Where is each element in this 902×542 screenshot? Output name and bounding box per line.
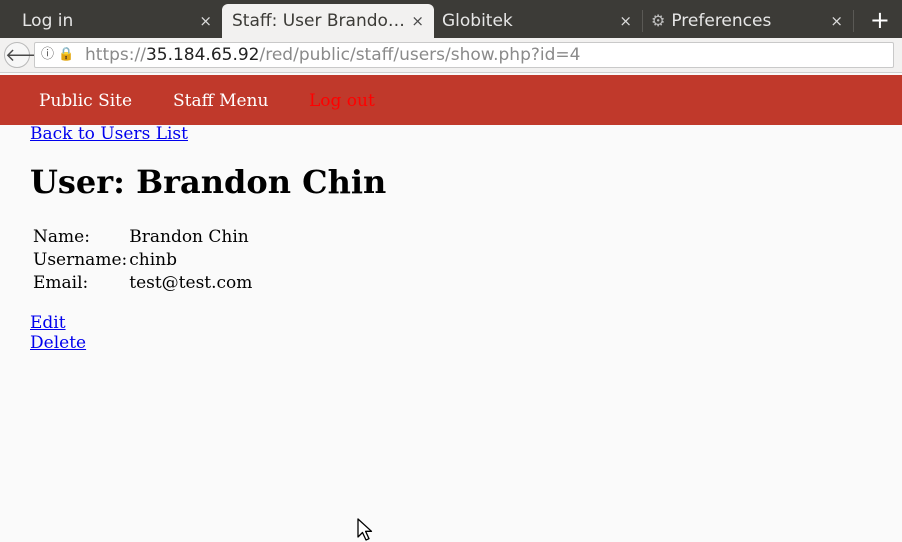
lock-warning-icon: 🔒 (58, 47, 75, 62)
tab-preferences[interactable]: ⚙ Preferences × (643, 4, 853, 38)
tab-log-in[interactable]: Log in × (0, 4, 222, 38)
tab-title: Log in (22, 11, 74, 31)
gear-icon: ⚙ (651, 11, 666, 30)
tab-title: Staff: User Brando… (232, 11, 405, 31)
table-row: Name: Brandon Chin (33, 226, 252, 249)
field-value: Brandon Chin (129, 227, 249, 247)
url-path: /red/public/staff/users/show.php?id=4 (259, 45, 581, 65)
mouse-cursor-icon (357, 518, 373, 541)
tab-title: Preferences (671, 11, 772, 31)
tab-staff-user[interactable]: Staff: User Brando… × (222, 4, 434, 38)
url-scheme: https:// (85, 45, 146, 65)
site-header: Public Site Staff Menu Log out (0, 75, 902, 125)
field-label: Username: (33, 250, 128, 270)
tab-close-icon[interactable]: × (830, 4, 843, 38)
browser-nav-bar: 🡐 ⓘ 🔒 https://35.184.65.92/red/public/st… (0, 38, 902, 73)
browser-tab-bar: Log in × Staff: User Brando… × Globitek … (0, 0, 902, 38)
back-to-users-link[interactable]: Back to Users List (30, 124, 188, 144)
back-button[interactable]: 🡐 (4, 42, 53, 68)
delete-link[interactable]: Delete (30, 333, 86, 353)
user-attributes-table: Name: Brandon Chin Username: chinb Email… (31, 226, 254, 295)
table-row: Username: chinb (33, 249, 252, 272)
page-title: User: Brandon Chin (30, 163, 387, 201)
edit-link[interactable]: Edit (30, 313, 66, 333)
log-out-link[interactable]: Log out (309, 75, 375, 127)
field-value: test@test.com (129, 273, 253, 293)
tab-title: Globitek (442, 11, 513, 31)
tab-separator (853, 10, 854, 32)
url-host: 35.184.65.92 (145, 45, 260, 65)
address-bar[interactable]: ⓘ 🔒 https://35.184.65.92/red/public/staf… (34, 42, 894, 68)
url-text[interactable]: https://35.184.65.92/red/public/staff/us… (85, 43, 580, 67)
public-site-link[interactable]: Public Site (39, 75, 132, 127)
field-label: Email: (33, 273, 89, 293)
tab-globitek[interactable]: Globitek × (434, 4, 642, 38)
tab-close-icon[interactable]: × (619, 4, 632, 38)
field-label: Name: (33, 227, 90, 247)
tab-close-icon[interactable]: × (411, 4, 424, 38)
field-value: chinb (129, 250, 177, 270)
staff-menu-link[interactable]: Staff Menu (173, 75, 268, 127)
tab-close-icon[interactable]: × (199, 4, 212, 38)
new-tab-button[interactable]: + (870, 6, 890, 34)
table-row: Email: test@test.com (33, 272, 252, 295)
site-info-button[interactable]: ⓘ 🔒 (41, 43, 74, 67)
info-icon: ⓘ (41, 47, 55, 62)
